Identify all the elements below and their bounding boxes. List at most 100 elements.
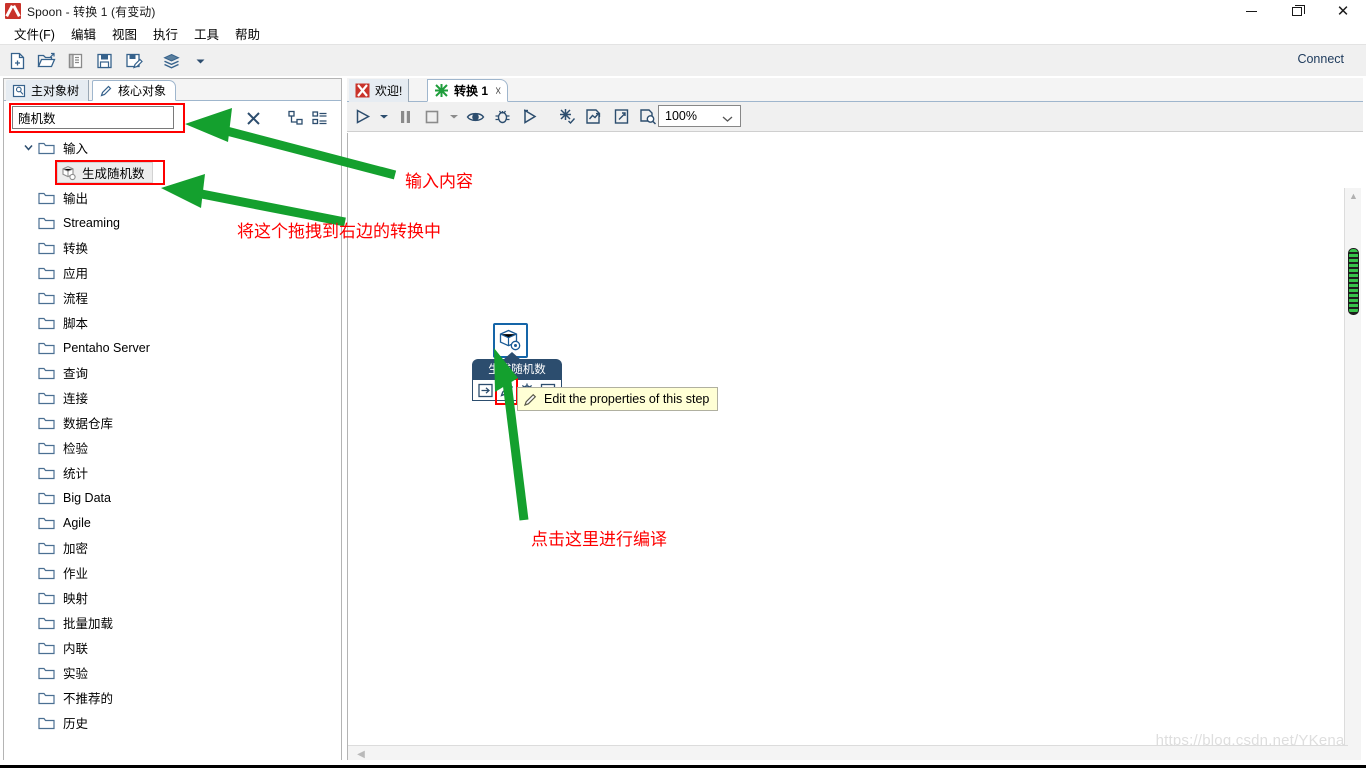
minimize-icon[interactable] xyxy=(1228,0,1274,22)
tree-item-generate-random[interactable]: 生成随机数 xyxy=(5,160,341,185)
tree-item-application[interactable]: 应用 xyxy=(5,260,341,285)
menu-item-help[interactable]: 帮助 xyxy=(227,22,268,45)
folder-icon xyxy=(38,716,55,730)
tree-item-script[interactable]: 脚本 xyxy=(5,310,341,335)
transformation-canvas[interactable]: 生成随机数 Edit the properties of this step h… xyxy=(347,133,1363,763)
open-file-button[interactable] xyxy=(33,48,60,74)
search-row xyxy=(4,101,341,135)
spoon-icon xyxy=(5,3,21,19)
canvas-vertical-scrollbar[interactable]: ▲ ▼ xyxy=(1344,188,1361,763)
folder-icon xyxy=(38,641,55,655)
folder-icon xyxy=(38,491,55,505)
preview-button[interactable] xyxy=(463,104,487,130)
step-caret xyxy=(503,352,521,360)
dice-gear-icon xyxy=(499,329,521,351)
tree-item-label: 作业 xyxy=(63,567,89,581)
menu-item-file[interactable]: 文件(F) xyxy=(6,22,63,45)
sql-button[interactable] xyxy=(609,104,633,130)
maximize-icon[interactable] xyxy=(1274,0,1320,22)
chevron-down-icon[interactable] xyxy=(21,141,35,155)
expand-all-button[interactable] xyxy=(285,107,307,129)
close-icon[interactable]: ✕ xyxy=(1320,0,1366,22)
tab-label: 核心对象 xyxy=(118,84,167,98)
tree-item-big-data[interactable]: Big Data xyxy=(5,485,341,510)
save-as-button[interactable] xyxy=(120,48,147,74)
menu-item-view[interactable]: 视图 xyxy=(104,22,145,45)
replay-button[interactable] xyxy=(517,104,541,130)
tooltip-text: Edit the properties of this step xyxy=(544,392,710,406)
chevron-down-icon xyxy=(196,59,205,63)
close-x-icon[interactable]: ☓ xyxy=(495,84,501,98)
tree-item-flow[interactable]: 流程 xyxy=(5,285,341,310)
tree-item-label: 批量加载 xyxy=(63,617,114,631)
layers-dropdown[interactable] xyxy=(187,48,214,74)
folder-icon xyxy=(38,191,55,205)
edit-step-action[interactable] xyxy=(498,382,515,399)
search-input-wrapper xyxy=(12,106,174,129)
chevron-down-icon xyxy=(722,112,733,126)
canvas-horizontal-scrollbar[interactable]: ◀ xyxy=(348,745,1348,761)
tree-item-history[interactable]: 历史 xyxy=(5,710,341,735)
tree-item-label: 转换 xyxy=(63,242,89,256)
impact-analysis-button[interactable] xyxy=(582,104,606,130)
chevron-up-icon[interactable]: ▲ xyxy=(1345,188,1362,204)
tree-item-encryption[interactable]: 加密 xyxy=(5,535,341,560)
collapse-tree-icon xyxy=(312,111,327,125)
pause-button[interactable] xyxy=(393,104,417,130)
chevron-down-icon xyxy=(379,115,388,119)
tree-item-transform[interactable]: 转换 xyxy=(5,235,341,260)
input-step-action[interactable] xyxy=(478,382,495,399)
stop-icon xyxy=(425,110,439,123)
folder-icon xyxy=(38,566,55,580)
zoom-level-select[interactable]: 100% xyxy=(658,105,741,127)
tree-item-streaming[interactable]: Streaming xyxy=(5,210,341,235)
tab-core-objects[interactable]: 核心对象 xyxy=(92,80,177,101)
stop-options-dropdown[interactable] xyxy=(447,104,460,130)
connect-link[interactable]: Connect xyxy=(1297,52,1344,66)
tree-item-pentaho-server[interactable]: Pentaho Server xyxy=(5,335,341,360)
tree-item-output[interactable]: 输出 xyxy=(5,185,341,210)
run-options-dropdown[interactable] xyxy=(377,104,390,130)
layers-button[interactable] xyxy=(158,48,185,74)
menu-item-edit[interactable]: 编辑 xyxy=(63,22,104,45)
menu-item-tools[interactable]: 工具 xyxy=(186,22,227,45)
tree-item-joins[interactable]: 连接 xyxy=(5,385,341,410)
eye-icon xyxy=(466,112,484,121)
explorer-button[interactable] xyxy=(62,48,89,74)
core-objects-tree: 输入 生成随机数 输出 Streaming 转换 应用 流程 脚本 Pentah… xyxy=(5,135,341,761)
open-folder-icon xyxy=(37,52,56,67)
verify-button[interactable] xyxy=(555,104,579,130)
step-tooltip: Edit the properties of this step xyxy=(517,387,719,411)
new-file-button[interactable] xyxy=(4,48,31,74)
expand-tree-icon xyxy=(288,110,303,125)
tree-item-bulk-loading[interactable]: 批量加载 xyxy=(5,610,341,635)
clear-search-button[interactable] xyxy=(242,107,264,129)
window-controls: ✕ xyxy=(1228,0,1366,22)
run-button[interactable] xyxy=(350,104,374,130)
tree-item-statistics[interactable]: 统计 xyxy=(5,460,341,485)
tab-main-object-tree[interactable]: 主对象树 xyxy=(6,80,90,101)
tab-welcome[interactable]: 欢迎! xyxy=(349,79,410,102)
tree-item-validation[interactable]: 检验 xyxy=(5,435,341,460)
tab-transformation-1[interactable]: 转换 1 ☓ xyxy=(427,79,509,102)
tree-item-input[interactable]: 输入 xyxy=(5,135,341,160)
search-input[interactable] xyxy=(13,109,173,126)
tree-item-label: 连接 xyxy=(63,392,89,406)
scrollbar-thumb[interactable] xyxy=(1348,248,1359,315)
menu-bar: 文件(F) 编辑 视图 执行 工具 帮助 xyxy=(0,22,1366,44)
debug-button[interactable] xyxy=(490,104,514,130)
tree-item-job[interactable]: 作业 xyxy=(5,560,341,585)
tree-item-agile[interactable]: Agile xyxy=(5,510,341,535)
show-results-button[interactable] xyxy=(636,104,660,130)
collapse-all-button[interactable] xyxy=(309,107,331,129)
tree-item-inline[interactable]: 内联 xyxy=(5,635,341,660)
save-button[interactable] xyxy=(91,48,118,74)
tree-item-mapping[interactable]: 映射 xyxy=(5,585,341,610)
tree-item-data-warehouse[interactable]: 数据仓库 xyxy=(5,410,341,435)
tree-item-lookup[interactable]: 查询 xyxy=(5,360,341,385)
menu-item-run[interactable]: 执行 xyxy=(145,22,186,45)
play-icon xyxy=(356,109,370,124)
stop-button[interactable] xyxy=(420,104,444,130)
tree-item-deprecated[interactable]: 不推荐的 xyxy=(5,685,341,710)
tree-item-experimental[interactable]: 实验 xyxy=(5,660,341,685)
